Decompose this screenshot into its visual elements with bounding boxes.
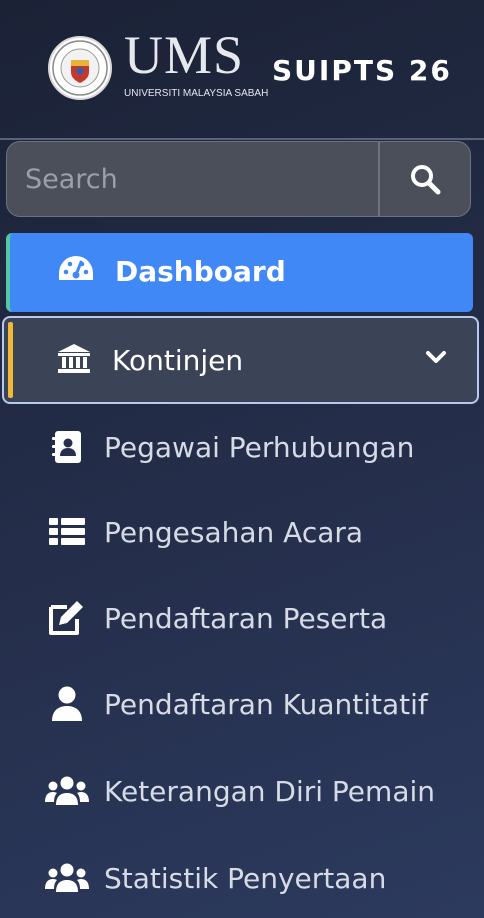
ums-seal-icon: [48, 36, 112, 100]
edit-icon: [44, 598, 90, 638]
list-icon: [44, 512, 90, 552]
sidebar-item-label: Statistik Penyertaan: [104, 861, 387, 895]
sidebar-item-label: Pendaftaran Kuantitatif: [104, 687, 428, 721]
sidebar-item-pendaftaran-peserta[interactable]: Pendaftaran Peserta: [0, 586, 484, 650]
search-icon: [411, 165, 441, 195]
sidebar-header: UMS UNIVERSITI MALAYSIA SABAH SUIPTS 26: [0, 0, 484, 140]
institution-icon: [56, 342, 92, 380]
users-icon: [44, 858, 90, 898]
nav-item-label: Dashboard: [115, 255, 286, 288]
nav-item-dashboard[interactable]: Dashboard: [6, 233, 473, 312]
sidebar-item-statistik-penyertaan[interactable]: Statistik Penyertaan: [0, 846, 484, 910]
sidebar-item-pendaftaran-kuantitatif[interactable]: Pendaftaran Kuantitatif: [0, 672, 484, 736]
sidebar-item-label: Keterangan Diri Pemain: [104, 774, 435, 808]
tachometer-icon: [56, 252, 96, 292]
sidebar-item-pegawai-perhubungan[interactable]: Pegawai Perhubungan: [0, 415, 484, 479]
nav-item-kontinjen[interactable]: Kontinjen: [2, 316, 479, 404]
active-indicator: [8, 322, 13, 398]
ums-logo-subtitle: UNIVERSITI MALAYSIA SABAH: [124, 88, 269, 99]
sidebar-item-label: Pengesahan Acara: [104, 515, 364, 549]
sidebar-item-label: Pegawai Perhubungan: [104, 430, 415, 464]
chevron-down-icon[interactable]: [425, 350, 447, 370]
search-button[interactable]: [378, 142, 470, 216]
search-input[interactable]: [7, 142, 378, 216]
user-icon: [44, 684, 90, 724]
sidebar-item-label: Pendaftaran Peserta: [104, 601, 388, 635]
search-box: [6, 141, 471, 217]
users-icon: [44, 771, 90, 811]
nav-item-label: Kontinjen: [112, 344, 244, 377]
ums-logo-text: UMS: [124, 25, 245, 85]
address-book-icon: [44, 427, 90, 467]
sidebar-item-pengesahan-acara[interactable]: Pengesahan Acara: [0, 500, 484, 564]
sidebar-item-keterangan-diri-pemain[interactable]: Keterangan Diri Pemain: [0, 759, 484, 823]
brand-title[interactable]: SUIPTS 26: [272, 54, 452, 87]
